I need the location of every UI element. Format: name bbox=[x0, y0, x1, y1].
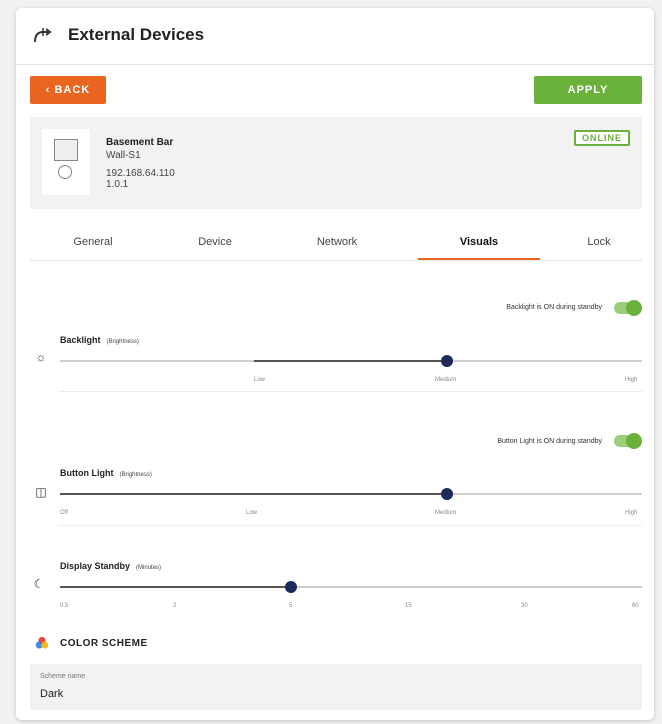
backlight-slider-thumb[interactable] bbox=[441, 355, 453, 367]
active-tab-indicator bbox=[418, 258, 540, 260]
back-button[interactable]: ‹ BACK bbox=[30, 76, 106, 104]
external-device-icon bbox=[34, 28, 52, 43]
standby-tick-2: 2 bbox=[173, 603, 177, 609]
button-light-title: Button Light (Brightness) bbox=[60, 468, 152, 478]
settings-tabs: General Device Network Visuals Lock bbox=[30, 230, 642, 261]
tab-visuals[interactable]: Visuals bbox=[418, 236, 540, 248]
standby-tick-60: 60 bbox=[632, 603, 639, 609]
button-light-slider-fill bbox=[60, 493, 448, 495]
device-info-panel: Basement Bar Wall-S1 192.168.64.110 1.0.… bbox=[30, 117, 642, 209]
backlight-subtitle: (Brightness) bbox=[106, 339, 139, 345]
tab-general[interactable]: General bbox=[32, 236, 154, 248]
device-model: Wall-S1 bbox=[106, 150, 141, 161]
backlight-tick-low: Low bbox=[254, 377, 266, 383]
brightness-icon: ☼ bbox=[35, 350, 47, 364]
standby-tick-0-5: 0.5 bbox=[60, 603, 69, 609]
button-light-icon: ◫ bbox=[35, 485, 47, 499]
color-scheme-title: COLOR SCHEME bbox=[60, 638, 148, 649]
button-light-title-text: Button Light bbox=[60, 468, 114, 478]
display-standby-title: Display Standby (Minutes) bbox=[60, 561, 161, 571]
page-title: External Devices bbox=[68, 25, 205, 44]
button-light-tick-high: High bbox=[625, 510, 638, 516]
page-header: External Devices bbox=[16, 8, 654, 65]
section-divider bbox=[58, 391, 642, 392]
scheme-name-label: Scheme name bbox=[40, 673, 86, 680]
device-screen-graphic bbox=[54, 139, 78, 161]
scheme-name-value: Dark bbox=[40, 688, 64, 700]
backlight-title-text: Backlight bbox=[60, 335, 101, 345]
moon-icon: ☾ bbox=[33, 577, 45, 591]
backlight-tick-high: High bbox=[625, 377, 638, 383]
device-ip: 192.168.64.110 bbox=[106, 168, 175, 179]
tab-network[interactable]: Network bbox=[276, 236, 398, 248]
backlight-standby-label: Backlight is ON during standby bbox=[506, 304, 602, 311]
device-version: 1.0.1 bbox=[106, 179, 129, 190]
button-light-tick-medium: Medium bbox=[435, 510, 457, 516]
button-light-subtitle: (Brightness) bbox=[119, 472, 152, 478]
button-light-tick-low: Low bbox=[246, 510, 258, 516]
external-devices-card: External Devices ‹ BACK APPLY Basement B… bbox=[16, 8, 654, 720]
apply-button[interactable]: APPLY bbox=[534, 76, 642, 104]
button-light-tick-off: Off bbox=[60, 510, 68, 516]
standby-tick-5: 5 bbox=[289, 603, 293, 609]
display-standby-slider-thumb[interactable] bbox=[285, 581, 297, 593]
backlight-slider-fill bbox=[254, 360, 448, 362]
tab-device[interactable]: Device bbox=[154, 236, 276, 248]
back-button-label: BACK bbox=[54, 84, 91, 96]
standby-tick-30: 30 bbox=[521, 603, 528, 609]
section-divider bbox=[58, 525, 642, 526]
scheme-name-field[interactable]: Scheme name Dark bbox=[30, 664, 642, 710]
backlight-tick-medium: Medium bbox=[435, 377, 457, 383]
status-badge: ONLINE bbox=[573, 130, 630, 146]
display-standby-slider-fill bbox=[60, 586, 292, 588]
standby-tick-15: 15 bbox=[405, 603, 412, 609]
device-knob-graphic bbox=[58, 165, 72, 179]
tab-lock[interactable]: Lock bbox=[538, 236, 660, 248]
device-name: Basement Bar bbox=[106, 137, 174, 148]
backlight-title: Backlight (Brightness) bbox=[60, 335, 139, 345]
backlight-standby-toggle[interactable] bbox=[614, 300, 642, 316]
device-thumbnail bbox=[42, 129, 90, 195]
display-standby-subtitle: (Minutes) bbox=[136, 565, 162, 571]
button-light-standby-toggle[interactable] bbox=[614, 433, 642, 449]
button-light-standby-label: Button Light is ON during standby bbox=[497, 438, 602, 445]
display-standby-title-text: Display Standby bbox=[60, 561, 131, 571]
palette-icon bbox=[35, 636, 49, 649]
button-light-slider-thumb[interactable] bbox=[441, 488, 453, 500]
